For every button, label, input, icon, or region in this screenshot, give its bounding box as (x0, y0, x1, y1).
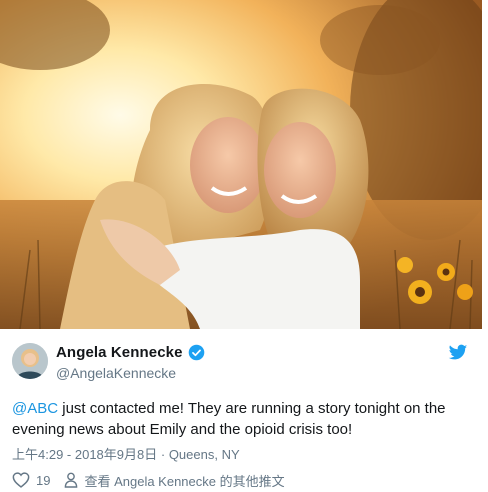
author-handle[interactable]: @AngelaKennecke (56, 365, 176, 381)
like-button[interactable]: 19 (12, 472, 50, 488)
author-name-row: Angela Kennecke (56, 344, 205, 361)
tweet-location[interactable]: Queens, NY (169, 447, 240, 462)
tweet-timestamp[interactable]: 上午4:29 - 2018年9月8日 (12, 447, 157, 462)
author-display-name[interactable]: Angela Kennecke (56, 344, 183, 361)
mention-link[interactable]: @ABC (12, 400, 58, 417)
verified-badge-icon (188, 344, 204, 361)
person-icon (65, 472, 78, 488)
view-profile-link[interactable]: 查看 Angela Kennecke 的其他推文 (64, 471, 285, 490)
twitter-bird-icon[interactable] (448, 344, 468, 362)
view-profile-label: 查看 Angela Kennecke 的其他推文 (84, 473, 285, 489)
tweet-card: Angela Kennecke @AngelaKennecke @ABC jus… (0, 0, 488, 492)
tweet-text-body: just contacted me! They are running a st… (12, 400, 446, 438)
avatar[interactable] (12, 343, 48, 379)
tweet-text: @ABC just contacted me! They are running… (12, 398, 472, 440)
tweet-actions: 19 查看 Angela Kennecke 的其他推文 (12, 470, 285, 490)
tweet-photo[interactable] (0, 0, 482, 329)
tweet-meta: 上午4:29 - 2018年9月8日 · Queens, NY (12, 444, 240, 463)
like-count: 19 (36, 472, 51, 488)
heart-icon (12, 472, 30, 488)
tweet-header: Angela Kennecke @AngelaKennecke (12, 342, 472, 384)
meta-separator: · (157, 447, 169, 462)
